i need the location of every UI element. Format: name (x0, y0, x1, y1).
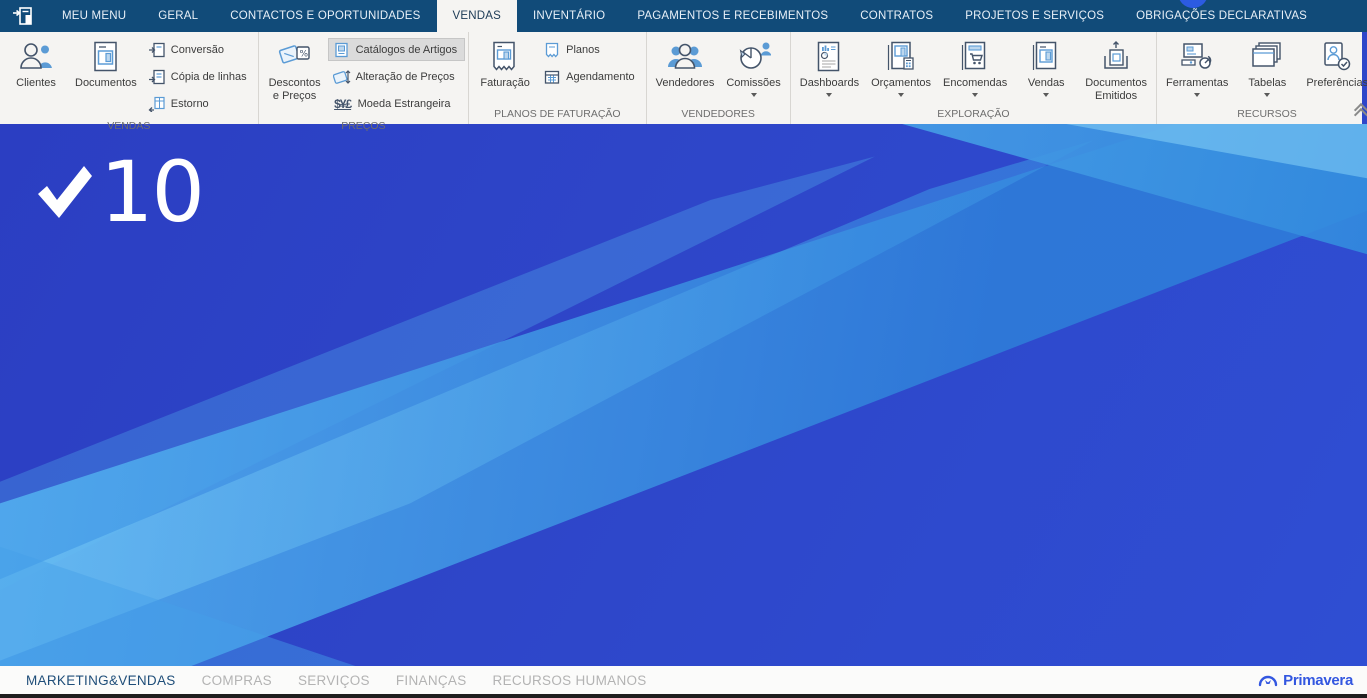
tab-vendas[interactable]: VENDAS (437, 0, 518, 32)
ribbon-tab-bar: MEU MENU GERAL CONTACTOS E OPORTUNIDADES… (0, 0, 1367, 32)
group-label-vendedores: VENDEDORES (650, 107, 787, 124)
group-label-recursos: RECURSOS (1160, 107, 1367, 124)
ribbon-group-exploracao: Dashboards Orçament (791, 32, 1157, 124)
documentos-button[interactable]: Documentos (69, 32, 143, 91)
tab-obrigacoes-declarativas[interactable]: OBRIGAÇÕES DECLARATIVAS (1120, 0, 1323, 32)
planos-small-buttons: Planos Agendamento (538, 32, 643, 92)
module-compras[interactable]: COMPRAS (202, 673, 272, 688)
module-bar: MARKETING&VENDAS COMPRAS SERVIÇOS FINANÇ… (0, 666, 1367, 694)
dropdown-caret-icon (1043, 93, 1049, 97)
commissions-pie-icon (737, 38, 771, 74)
module-financas[interactable]: FINANÇAS (396, 673, 467, 688)
tab-pagamentos-e-recebimentos[interactable]: PAGAMENTOS E RECEBIMENTOS (621, 0, 844, 32)
schedule-calendar-icon (543, 69, 561, 85)
comissoes-button[interactable]: Comissões (720, 32, 786, 98)
dropdown-caret-icon (1194, 93, 1200, 97)
tab-geral[interactable]: GERAL (142, 0, 214, 32)
primavera-brand-text: Primavera (1283, 672, 1353, 689)
ribbon-group-recursos: Ferramentas Tabelas (1157, 32, 1367, 124)
tab-inventario[interactable]: INVENTÁRIO (517, 0, 621, 32)
dropdown-caret-icon (826, 93, 832, 97)
group-label-precos: PREÇOS (262, 119, 466, 136)
alteracao-de-precos-button[interactable]: Alteração de Preços (328, 65, 466, 88)
tables-windows-icon (1251, 38, 1283, 74)
primavera-logo-icon (1257, 671, 1279, 689)
group-label-exploracao: EXPLORAÇÃO (794, 107, 1153, 124)
catalog-icon (333, 42, 351, 58)
document-icon (93, 38, 119, 74)
dashboards-report-icon (816, 38, 842, 74)
group-label-planos-de-faturacao: PLANOS DE FATURAÇÃO (472, 107, 643, 124)
documentos-emitidos-button[interactable]: Documentos Emitidos (1079, 32, 1153, 104)
ribbon-group-vendas: Clientes Documentos (0, 32, 259, 124)
ribbon-group-vendedores: Vendedores Comissões VENDED (647, 32, 791, 124)
v10-check-glyph (30, 152, 100, 230)
dropdown-caret-icon (898, 93, 904, 97)
ferramentas-button[interactable]: Ferramentas (1160, 32, 1234, 98)
background-streak (0, 124, 1367, 666)
tab-projetos-e-servicos[interactable]: PROJETOS E SERVIÇOS (949, 0, 1120, 32)
moeda-estrangeira-button[interactable]: $¥£ Moeda Estrangeira (328, 92, 466, 115)
sales-doc-icon (1032, 38, 1060, 74)
orders-doc-cart-icon (961, 38, 989, 74)
preferencias-button[interactable]: Preferências (1300, 32, 1367, 91)
tabelas-button[interactable]: Tabelas (1234, 32, 1300, 98)
plans-doc-icon (543, 42, 561, 58)
reverse-entry-icon (148, 96, 166, 112)
group-label-vendas: VENDAS (3, 119, 255, 136)
invoice-receipt-icon (491, 38, 519, 74)
catalogos-de-artigos-button[interactable]: Catálogos de Artigos (328, 38, 466, 61)
conversao-button[interactable]: Conversão (143, 38, 255, 61)
descontos-e-precos-button[interactable]: % Descontos e Preços (262, 32, 328, 104)
v10-logo: 10 (30, 152, 203, 230)
planos-button[interactable]: Planos (538, 38, 643, 61)
clients-people-icon (18, 38, 54, 74)
navigator-doc-icon (12, 6, 34, 26)
dropdown-caret-icon (751, 93, 757, 97)
preferences-user-check-icon (1321, 38, 1353, 74)
price-tags-icon: % (277, 38, 313, 74)
dropdown-caret-icon (972, 93, 978, 97)
ribbon-vendas: Clientes Documentos (0, 32, 1362, 124)
collapse-ribbon-button[interactable] (1352, 104, 1367, 118)
module-recursos-humanos[interactable]: RECURSOS HUMANOS (493, 673, 647, 688)
encomendas-button[interactable]: Encomendas (937, 32, 1013, 98)
module-marketing-vendas[interactable]: MARKETING&VENDAS (26, 673, 176, 688)
convert-doc-icon (148, 42, 166, 58)
issued-documents-icon (1101, 38, 1131, 74)
tab-meu-menu[interactable]: MEU MENU (46, 0, 142, 32)
salespeople-icon (666, 38, 704, 74)
copia-de-linhas-button[interactable]: Cópia de linhas (143, 65, 255, 88)
svg-text:%: % (299, 50, 308, 60)
workspace-background: 10 (0, 124, 1367, 666)
precos-small-buttons: Catálogos de Artigos Alteração de Preços… (328, 32, 466, 119)
clientes-button[interactable]: Clientes (3, 32, 69, 91)
window-bottom-border (0, 694, 1367, 698)
ribbon-group-precos: % Descontos e Preços Catálogos de Artigo… (259, 32, 470, 124)
dropdown-caret-icon (1264, 93, 1270, 97)
app-window: MEU MENU GERAL CONTACTOS E OPORTUNIDADES… (0, 0, 1367, 698)
agendamento-button[interactable]: Agendamento (538, 65, 643, 88)
vendas-small-buttons: Conversão Cópia de linhas (143, 32, 255, 119)
ribbon-group-planos-faturacao: Faturação Planos (469, 32, 647, 124)
estorno-button[interactable]: Estorno (143, 92, 255, 115)
orcamentos-button[interactable]: Orçamentos (865, 32, 937, 98)
vendedores-button[interactable]: Vendedores (650, 32, 721, 91)
module-servicos[interactable]: SERVIÇOS (298, 673, 370, 688)
navigator-button[interactable] (0, 0, 46, 32)
currency-symbols-icon: $¥£ (333, 97, 353, 111)
quotes-doc-calculator-icon (886, 38, 916, 74)
primavera-brand: Primavera (1257, 671, 1353, 689)
vendas-exploracao-button[interactable]: Vendas (1013, 32, 1079, 98)
tab-contratos[interactable]: CONTRATOS (844, 0, 949, 32)
copy-lines-icon (148, 69, 166, 85)
price-change-icon (333, 69, 351, 85)
tools-icon (1180, 38, 1214, 74)
faturacao-button[interactable]: Faturação (472, 32, 538, 91)
dashboards-button[interactable]: Dashboards (794, 32, 865, 98)
tab-contactos-e-oportunidades[interactable]: CONTACTOS E OPORTUNIDADES (214, 0, 436, 32)
